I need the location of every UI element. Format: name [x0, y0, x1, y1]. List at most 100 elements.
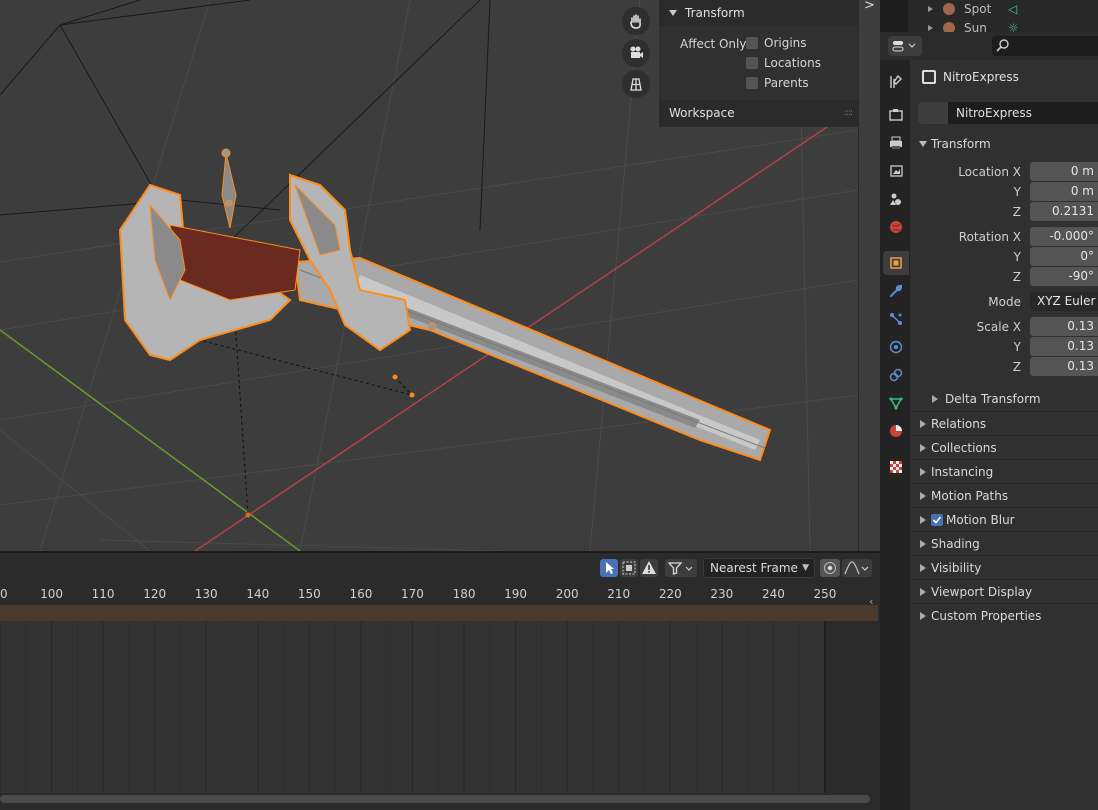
object-name-value: NitroExpress — [956, 106, 1032, 120]
bone-tip-point[interactable] — [392, 374, 398, 380]
tab-physics[interactable] — [883, 335, 909, 359]
collapsed-triangle-icon — [920, 468, 926, 476]
pan-view-button[interactable] — [622, 7, 650, 35]
expand-sidebar-icon[interactable]: > — [864, 0, 875, 13]
scale-y-field[interactable]: 0.13 — [1030, 337, 1098, 356]
only-show-errors-button[interactable] — [640, 559, 658, 577]
spot-light-icon[interactable]: ◁ — [1008, 2, 1017, 16]
left-arm-mesh[interactable] — [118, 183, 301, 362]
frame-number-label: 180 — [453, 587, 476, 601]
rotation-z-field[interactable]: -90° — [1030, 267, 1098, 286]
frame-number-label: 90 — [0, 587, 8, 601]
tab-object[interactable] — [883, 251, 909, 275]
tab-texture[interactable] — [883, 455, 909, 479]
filter-dropdown[interactable] — [665, 559, 697, 577]
tab-view-layer[interactable] — [883, 159, 909, 183]
filter-funnel-icon — [667, 562, 693, 575]
parents-checkbox[interactable]: Parents — [746, 76, 809, 90]
tab-world[interactable] — [883, 215, 909, 239]
workspace-panel-header[interactable]: Workspace :::: — [659, 100, 858, 126]
expand-triangle-icon[interactable] — [928, 6, 933, 12]
keyframe-area[interactable] — [0, 621, 878, 793]
workspace-panel-title: Workspace — [669, 106, 735, 120]
box-select-button[interactable] — [620, 559, 638, 577]
snap-mode-dropdown[interactable]: Nearest Frame ▼ — [703, 558, 815, 578]
locations-checkbox[interactable]: Locations — [746, 56, 821, 70]
search-icon — [996, 39, 1009, 52]
origins-checkbox[interactable]: Origins — [746, 36, 807, 50]
rotation-x-field[interactable]: -0.000° — [1030, 227, 1098, 246]
bone-tip-point[interactable] — [409, 392, 415, 398]
field-label: Rotation X — [958, 230, 1021, 244]
falloff-curve-icon — [844, 561, 869, 575]
frame-ruler[interactable]: 90 100 110 120 130 140 150 160 170 180 190 200 210 22… — [0, 583, 880, 605]
section-label: Visibility — [931, 561, 982, 575]
collapsed-triangle-icon — [920, 420, 926, 428]
motion-blur-checkbox[interactable] — [931, 514, 943, 526]
motion-blur-section-header[interactable]: Motion Blur — [910, 508, 1098, 532]
object-name-field[interactable]: NitroExpress — [918, 102, 1098, 124]
scale-z-field[interactable]: 0.13 — [1030, 357, 1098, 376]
object-browse-dropdown[interactable] — [918, 102, 948, 124]
collections-section-header[interactable]: Collections — [910, 436, 1098, 460]
timeline-editor[interactable]: Nearest Frame ▼ 90 100 110 120 130 140 150 160 1… — [0, 551, 880, 810]
scale-y-row: Y 0.13 — [910, 337, 1098, 357]
visibility-section-header[interactable]: Visibility — [910, 556, 1098, 580]
summary-keyframe-strip[interactable] — [0, 605, 878, 621]
physics-icon — [889, 340, 903, 354]
collapsed-triangle-icon — [920, 612, 926, 620]
section-label: Shading — [931, 537, 980, 551]
motion-paths-section-header[interactable]: Motion Paths — [910, 484, 1098, 508]
section-label: Motion Blur — [946, 513, 1015, 527]
perspective-toggle-button[interactable] — [622, 70, 650, 98]
collapsed-triangle-icon — [920, 444, 926, 452]
tab-render[interactable] — [883, 103, 909, 127]
transform-panel-header[interactable]: Transform — [659, 0, 858, 26]
tab-particles[interactable] — [883, 307, 909, 331]
editor-type-dropdown[interactable] — [888, 36, 922, 56]
frame-number-label: 120 — [143, 587, 166, 601]
transform-section-header[interactable]: Transform — [910, 132, 1098, 156]
rotation-mode-dropdown[interactable]: XYZ Euler — [1030, 292, 1098, 311]
location-y-field[interactable]: 0 m — [1030, 182, 1098, 201]
outliner[interactable]: Spot ◁ Sun ☼ — [908, 0, 1098, 35]
tab-constraints[interactable] — [883, 363, 909, 387]
shading-section-header[interactable]: Shading — [910, 532, 1098, 556]
outliner-item-spot[interactable]: Spot ◁ — [908, 0, 1098, 18]
rotation-y-field[interactable]: 0° — [1030, 247, 1098, 266]
instancing-section-header[interactable]: Instancing — [910, 460, 1098, 484]
tab-material[interactable] — [883, 419, 909, 443]
origin-point[interactable] — [245, 512, 251, 518]
tab-tool[interactable] — [883, 70, 909, 94]
scale-x-field[interactable]: 0.13 — [1030, 317, 1098, 336]
select-tool-button[interactable] — [600, 559, 618, 577]
3d-viewport[interactable]: Transform Affect Only Origins Locations … — [0, 0, 858, 551]
object-icon — [890, 257, 902, 269]
location-z-field[interactable]: 0.2131 — [1030, 202, 1098, 221]
expand-triangle-icon[interactable] — [928, 25, 933, 31]
custom-properties-section-header[interactable]: Custom Properties — [910, 604, 1098, 628]
drag-grip-icon[interactable]: :::: — [844, 108, 853, 118]
tab-scene[interactable] — [883, 187, 909, 211]
relations-section-header[interactable]: Relations — [910, 412, 1098, 436]
falloff-dropdown[interactable] — [842, 559, 872, 577]
rifle-mesh[interactable] — [293, 256, 772, 462]
tab-output[interactable] — [883, 131, 909, 155]
viewport-display-section-header[interactable]: Viewport Display — [910, 580, 1098, 604]
checkbox-box[interactable] — [746, 37, 758, 49]
tab-object-data[interactable] — [883, 391, 909, 415]
rotation-mode-row: Mode XYZ Euler — [910, 292, 1098, 312]
location-x-field[interactable]: 0 m — [1030, 162, 1098, 181]
delta-transform-subpanel-header[interactable]: Delta Transform — [910, 387, 1098, 411]
camera-view-button[interactable] — [622, 39, 650, 67]
object-context-breadcrumb: NitroExpress — [910, 60, 1098, 94]
proportional-editing-button[interactable] — [820, 559, 840, 577]
properties-search-input[interactable] — [992, 36, 1098, 56]
properties-header — [880, 32, 1098, 60]
checkbox-box[interactable] — [746, 57, 758, 69]
relationship-lines — [179, 319, 413, 516]
checkbox-box[interactable] — [746, 77, 758, 89]
tab-modifiers[interactable] — [883, 279, 909, 303]
timeline-scrollbar[interactable] — [0, 795, 870, 803]
cursor-arrow-icon — [606, 562, 614, 574]
